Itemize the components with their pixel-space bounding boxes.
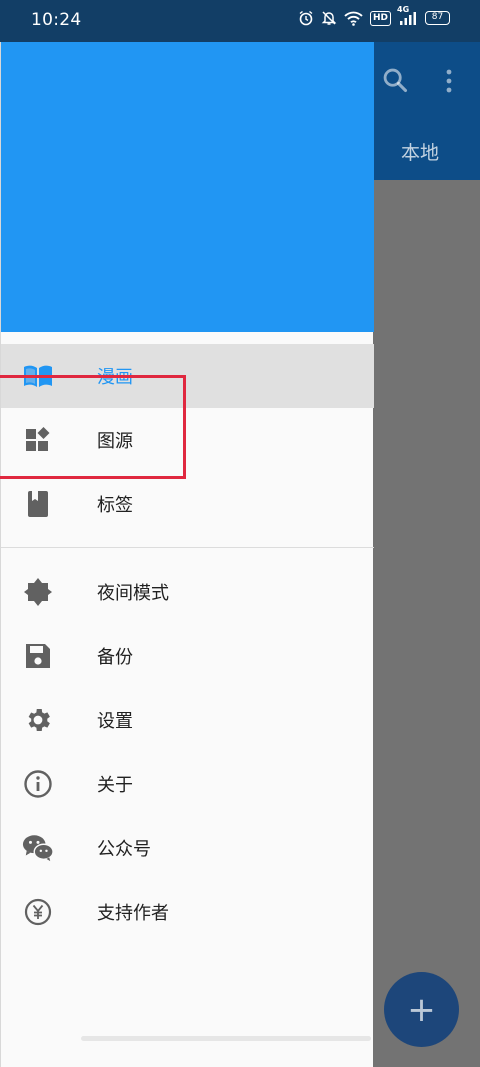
add-button[interactable]: +	[384, 972, 459, 1047]
menu-item-label: 支持作者	[97, 903, 169, 924]
wechat-icon	[22, 832, 54, 864]
menu-item-settings[interactable]: 设置	[1, 688, 374, 752]
menu-item-about[interactable]: 关于	[1, 752, 374, 816]
menu-item-support-author[interactable]: 支持作者	[1, 880, 374, 944]
navigation-drawer: 漫画 图源 标签 夜间模式 备份 设置 关于 公众号 支持作者	[0, 42, 374, 1067]
status-time: 10:24	[31, 10, 82, 30]
mute-icon	[321, 10, 337, 26]
menu-divider	[1, 547, 374, 548]
brightness-icon	[22, 576, 54, 608]
drawer-header	[1, 42, 374, 332]
gesture-nav-handle[interactable]	[81, 1036, 371, 1041]
wifi-icon	[344, 11, 363, 26]
status-bar: 10:24 HD 4G 87	[0, 0, 480, 42]
menu-item-label: 设置	[97, 711, 133, 732]
battery-indicator: 87	[425, 11, 450, 25]
menu-item-label: 夜间模式	[97, 583, 169, 604]
save-icon	[22, 640, 54, 672]
search-icon[interactable]	[381, 66, 409, 98]
menu-item-tags[interactable]: 标签	[1, 472, 374, 536]
menu-item-label: 公众号	[97, 839, 151, 860]
hd-badge: HD	[369, 10, 391, 26]
network-type: 4G	[397, 5, 410, 14]
menu-item-label: 关于	[97, 775, 133, 796]
signal-icon: 4G	[397, 5, 418, 26]
status-icons: HD 4G 87	[298, 5, 450, 26]
highlight-annotation	[0, 375, 186, 479]
bookmark-icon	[22, 488, 54, 520]
menu-item-label: 备份	[97, 647, 133, 668]
more-vert-icon[interactable]	[441, 68, 457, 98]
tab-local[interactable]: 本地	[401, 138, 439, 165]
menu-item-label: 标签	[97, 495, 133, 516]
menu-item-night-mode[interactable]: 夜间模式	[1, 560, 374, 624]
add-icon: +	[407, 989, 436, 1030]
yen-icon	[22, 896, 54, 928]
alarm-icon	[298, 10, 314, 26]
info-icon	[22, 768, 54, 800]
menu-item-official-account[interactable]: 公众号	[1, 816, 374, 880]
settings-icon	[22, 704, 54, 736]
menu-item-backup[interactable]: 备份	[1, 624, 374, 688]
